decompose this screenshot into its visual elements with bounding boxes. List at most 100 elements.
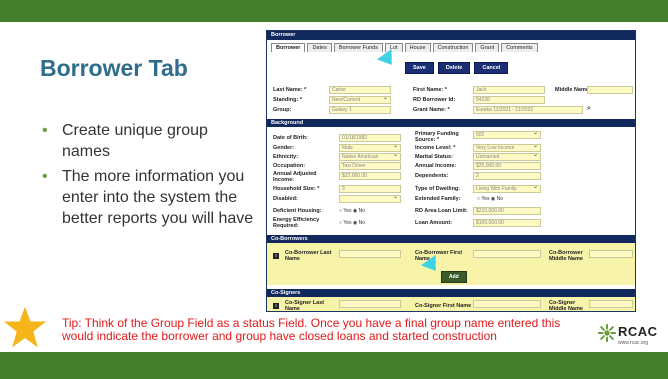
disabled-select[interactable] — [339, 195, 401, 203]
form-header: Borrower — [267, 31, 635, 40]
bottom-bar — [0, 352, 668, 379]
radio-no: No — [358, 220, 366, 226]
household-size-label: Household Size: * — [273, 186, 320, 192]
first-name-field[interactable]: Jack — [473, 86, 545, 94]
form-tabs: Borrower Dates Borrower Funds Lot House … — [271, 43, 540, 52]
form-button-row: Save Delete Cancel — [405, 62, 512, 74]
tab-borrower-funds[interactable]: Borrower Funds — [333, 43, 383, 52]
bullet-text: The more information you enter into the … — [62, 168, 254, 227]
cosigner-last-name-label: Co-Signer Last Name — [285, 300, 325, 312]
dwelling-type-select[interactable]: Living With Family — [473, 185, 541, 193]
loan-amount-field[interactable]: $100,000.00 — [473, 219, 541, 227]
cosigner-middle-name-field[interactable] — [589, 300, 633, 308]
coborrower-last-name-label: Co-Borrower Last Name — [285, 250, 332, 262]
group-field[interactable]: Galaxy 1 — [329, 106, 391, 114]
coborrower-last-name-field[interactable] — [339, 250, 401, 258]
middle-name-field[interactable] — [587, 86, 633, 94]
pointer-arrow-icon — [376, 49, 400, 70]
radio-no: No — [496, 196, 504, 202]
rd-loan-limit-field[interactable]: $210,000.00 — [473, 207, 541, 215]
cosigner-middle-name-label: Co-Signer Middle Name — [549, 300, 583, 312]
adjusted-income-field[interactable]: $22,000.00 — [339, 172, 401, 180]
marital-status-select[interactable]: Unmarried — [473, 153, 541, 161]
add-coborrower-button[interactable]: Add — [441, 271, 467, 283]
cosigners-section-header: Co-Signers — [267, 289, 635, 297]
disabled-label: Disabled: — [273, 196, 298, 202]
bullet-item: • Create unique group names — [42, 120, 257, 162]
energy-efficiency-label: Energy Efficiency Required: — [273, 217, 320, 229]
annual-income-label: Annual Income: — [415, 163, 457, 169]
cancel-button[interactable]: Cancel — [474, 62, 509, 74]
primary-funding-label: Primary Funding Source: * — [415, 131, 459, 143]
dob-label: Date of Birth: — [273, 135, 308, 141]
coborrower-first-name-field[interactable] — [473, 250, 541, 258]
bullet-dot: • — [42, 168, 48, 185]
ethnicity-label: Ethnicity: — [273, 154, 299, 160]
coborrower-first-name-label: Co-Borrower First Name — [415, 250, 463, 262]
bullet-list: • Create unique group names • The more inf… — [42, 120, 257, 233]
dob-field[interactable]: 01/18/1982 — [339, 134, 401, 142]
income-level-label: Income Level: * — [415, 145, 456, 151]
radio-yes: Yes — [343, 208, 352, 214]
income-level-select[interactable]: Very Low Income — [473, 144, 541, 152]
bullet-dot: • — [42, 122, 48, 139]
cosigner-first-name-label: Co-Signer First Name — [415, 303, 472, 309]
extended-family-radio[interactable]: ○ Yes ◉ No — [477, 196, 503, 202]
first-name-label: First Name: * — [413, 87, 447, 93]
household-size-field[interactable]: 3 — [339, 185, 401, 193]
grant-name-label: Grant Name: * — [413, 107, 450, 113]
bullet-item: • The more information you enter into the… — [42, 166, 257, 229]
loan-amount-label: Loan Amount: — [415, 220, 453, 226]
energy-efficiency-radio[interactable]: ○ Yes ◉ No — [339, 220, 365, 226]
rd-borrower-id-field[interactable]: 54326 — [473, 96, 545, 104]
borrower-form-screenshot: Borrower Borrower Dates Borrower Funds L… — [266, 30, 636, 312]
tab-house[interactable]: House — [404, 43, 431, 52]
grant-name-field[interactable]: Eureka 11/2021 - 11/2023 — [473, 106, 583, 114]
rcac-logo: RCAC www.rcac.org — [598, 320, 660, 350]
save-button[interactable]: Save — [405, 62, 434, 74]
radio-yes: Yes — [481, 196, 490, 202]
rcac-url: www.rcac.org — [618, 340, 649, 346]
deficient-housing-label: Deficient Housing: — [273, 208, 322, 214]
cosigner-first-name-field[interactable] — [473, 300, 541, 308]
gender-select[interactable]: Male — [339, 144, 401, 152]
tab-borrower[interactable]: Borrower — [271, 43, 306, 52]
coborrower-middle-name-field[interactable] — [589, 250, 633, 258]
dwelling-type-label: Type of Dwelling: — [415, 186, 461, 192]
tab-grant[interactable]: Grant — [475, 43, 500, 52]
standing-label: Standing: * — [273, 97, 303, 103]
last-name-field[interactable]: Carter — [329, 86, 391, 94]
tip-text: Tip: Think of the Group Field as a statu… — [62, 316, 561, 343]
edit-icon[interactable]: ≡ — [273, 303, 279, 309]
search-icon[interactable]: ⌕ — [587, 105, 591, 113]
coborrowers-section-header: Co-Borrowers — [267, 235, 635, 243]
extended-family-label: Extended Family: — [415, 196, 461, 202]
coborrower-middle-name-label: Co-Borrower Middle Name — [549, 250, 583, 262]
deficient-housing-radio[interactable]: ○ Yes ◉ No — [339, 208, 365, 214]
gender-label: Gender: — [273, 145, 295, 151]
occupation-field[interactable]: Taxi Driver — [339, 162, 401, 170]
top-bar — [0, 0, 668, 22]
tab-dates[interactable]: Dates — [307, 43, 332, 52]
marital-status-label: Marital Status: — [415, 154, 453, 160]
last-name-label: Last Name: * — [273, 87, 307, 93]
group-label: Group: — [273, 107, 292, 113]
edit-icon[interactable]: ≡ — [273, 253, 279, 259]
annual-income-field[interactable]: $25,000.00 — [473, 162, 541, 170]
ethnicity-select[interactable]: Native American — [339, 153, 401, 161]
rcac-emblem-icon — [598, 324, 616, 342]
background-section-header: Background — [267, 119, 635, 127]
dependents-field[interactable]: 2 — [473, 172, 541, 180]
rd-borrower-id-label: RD Borrower Id: — [413, 97, 456, 103]
adjusted-income-label: Annual Adjusted Income: — [273, 171, 317, 183]
tab-construction[interactable]: Construction — [432, 43, 474, 52]
rcac-logo-text: RCAC — [618, 324, 658, 339]
occupation-label: Occupation: — [273, 163, 306, 169]
radio-no: No — [358, 208, 366, 214]
tab-comments[interactable]: Comments — [501, 43, 538, 52]
delete-button[interactable]: Delete — [437, 62, 471, 74]
cosigner-last-name-field[interactable] — [339, 300, 401, 308]
standing-select[interactable]: New/Current — [329, 96, 391, 104]
radio-yes: Yes — [343, 220, 352, 226]
primary-funding-select[interactable]: 502 — [473, 131, 541, 139]
